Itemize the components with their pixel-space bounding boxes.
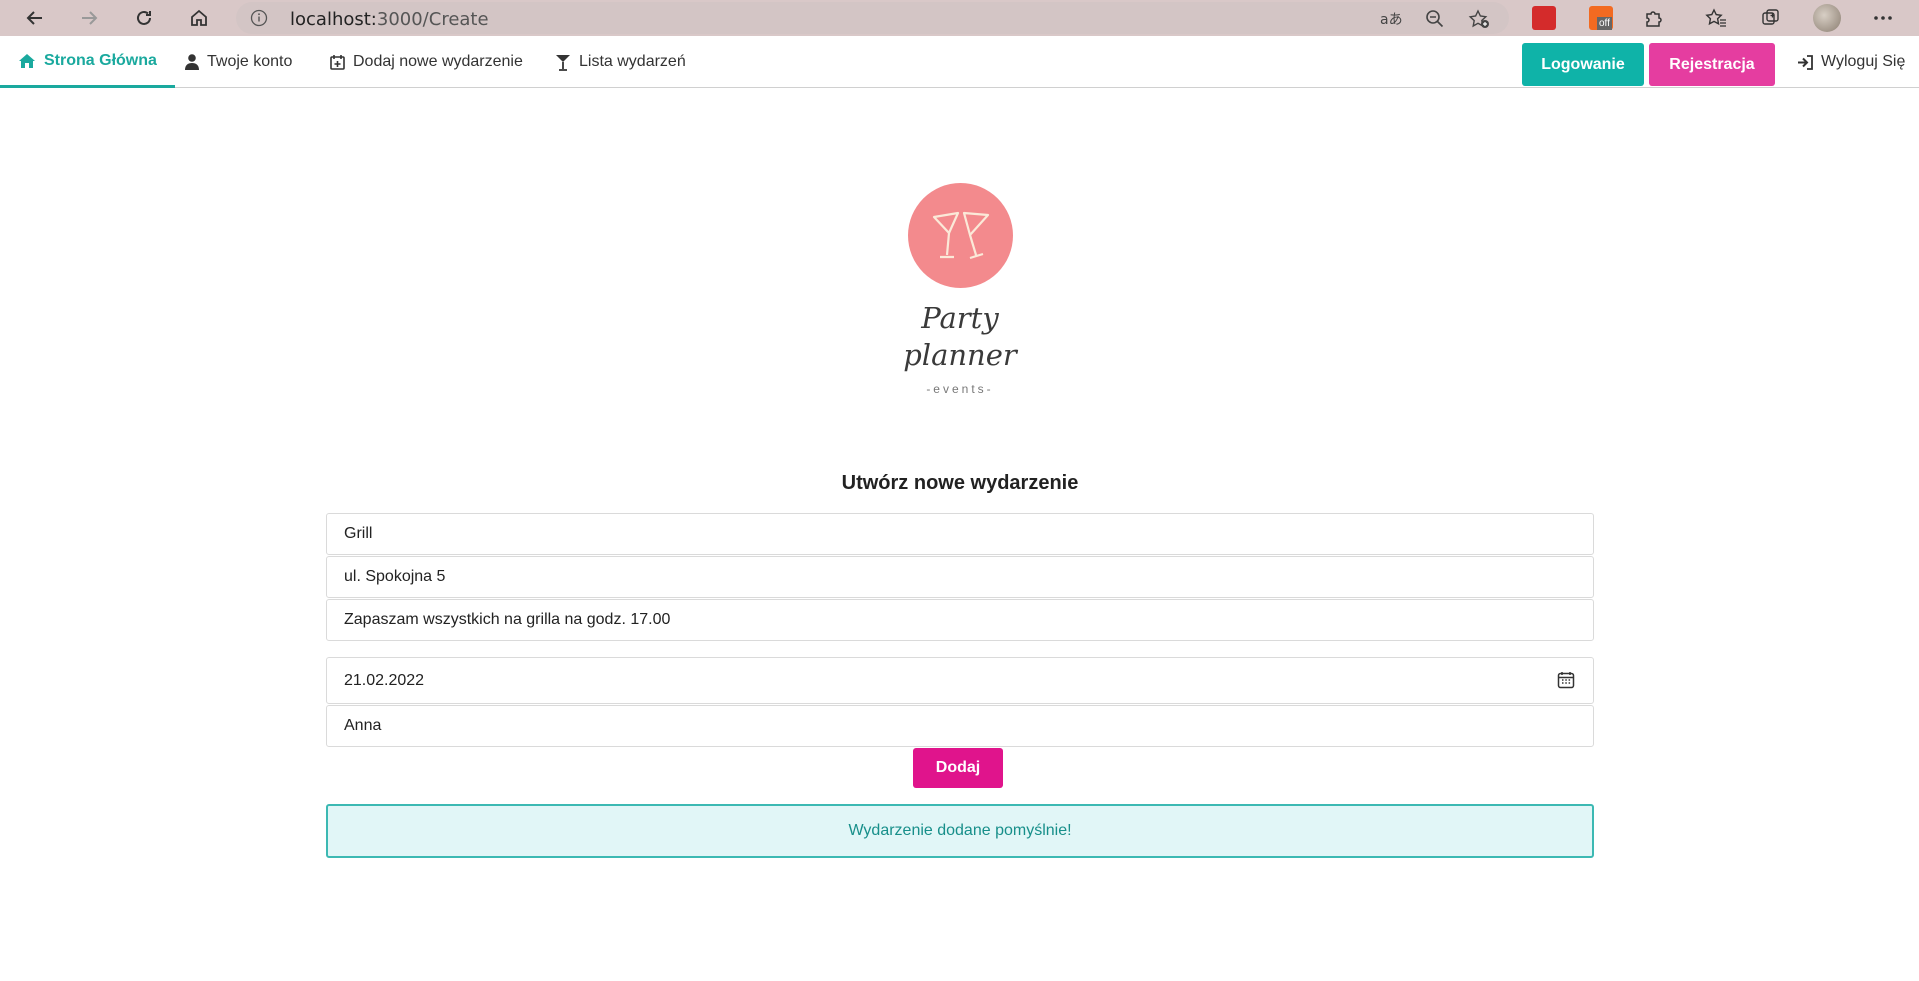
forward-arrow-icon[interactable] xyxy=(75,4,103,32)
read-aloud-icon[interactable]: aあ xyxy=(1379,7,1403,31)
nav-home[interactable]: Strona Główna xyxy=(0,36,175,88)
cocktail-glass-icon xyxy=(555,54,571,71)
url-text[interactable]: localhost:3000/Create xyxy=(290,9,489,30)
login-button[interactable]: Logowanie xyxy=(1522,43,1644,86)
nav-logout-label: Wyloguj Się xyxy=(1821,53,1906,70)
sign-out-icon xyxy=(1797,54,1813,70)
home-icon xyxy=(18,53,36,69)
nav-account[interactable]: Twoje konto xyxy=(185,36,292,88)
user-icon xyxy=(185,54,199,70)
add-favorite-icon[interactable] xyxy=(1467,7,1491,31)
extension-orange-icon[interactable]: off xyxy=(1589,6,1613,30)
logo-line1: Party xyxy=(921,301,999,335)
event-description-input[interactable]: Zapaszam wszystkich na grilla na godz. 1… xyxy=(326,599,1594,641)
app-navbar: Strona Główna Twoje konto Dodaj nowe wyd… xyxy=(0,36,1919,88)
register-button[interactable]: Rejestracja xyxy=(1649,43,1775,86)
martini-glasses-icon xyxy=(932,211,989,259)
extension-red-icon[interactable] xyxy=(1532,6,1556,30)
back-arrow-icon[interactable] xyxy=(21,4,49,32)
profile-avatar[interactable] xyxy=(1813,4,1841,32)
form-title: Utwórz nowe wydarzenie xyxy=(841,472,1079,494)
zoom-out-icon[interactable] xyxy=(1423,7,1447,31)
nav-event-list[interactable]: Lista wydarzeń xyxy=(555,36,686,88)
collections-icon[interactable] xyxy=(1757,4,1785,32)
address-bar[interactable]: localhost:3000/Create aあ xyxy=(236,2,1509,34)
extensions-puzzle-icon[interactable] xyxy=(1639,4,1667,32)
calendar-plus-icon xyxy=(330,54,345,70)
nav-add-event-label: Dodaj nowe wydarzenie xyxy=(353,53,523,70)
logo-badge xyxy=(908,183,1013,288)
event-date-value: 21.02.2022 xyxy=(344,671,425,689)
url-host: localhost: xyxy=(290,9,377,30)
nav-account-label: Twoje konto xyxy=(207,53,293,70)
url-path: 3000/Create xyxy=(376,9,489,30)
success-alert: Wydarzenie dodane pomyślnie! xyxy=(326,804,1594,858)
site-info-icon[interactable] xyxy=(250,9,268,32)
event-name-input[interactable]: Grill xyxy=(326,513,1594,555)
svg-text:aあ: aあ xyxy=(1380,12,1402,28)
favorites-icon[interactable] xyxy=(1702,4,1730,32)
logo-text: Party planner xyxy=(880,300,1040,374)
more-menu-icon[interactable] xyxy=(1869,4,1897,32)
calendar-icon[interactable] xyxy=(1557,671,1575,689)
event-date-input[interactable]: 21.02.2022 xyxy=(326,657,1594,704)
event-address-input[interactable]: ul. Spokojna 5 xyxy=(326,556,1594,598)
extension-badge: off xyxy=(1597,17,1612,30)
nav-logout[interactable]: Wyloguj Się xyxy=(1797,36,1905,88)
logo-subtitle: -events- xyxy=(926,382,994,396)
organizer-input[interactable]: Anna xyxy=(326,705,1594,747)
add-event-button[interactable]: Dodaj xyxy=(913,748,1003,788)
browser-toolbar: localhost:3000/Create aあ off xyxy=(0,0,1919,36)
logo-line2: planner xyxy=(903,338,1017,372)
reload-icon[interactable] xyxy=(130,4,158,32)
nav-home-label: Strona Główna xyxy=(44,51,157,69)
home-icon[interactable] xyxy=(185,4,213,32)
nav-add-event[interactable]: Dodaj nowe wydarzenie xyxy=(330,36,523,88)
nav-event-list-label: Lista wydarzeń xyxy=(579,53,686,70)
